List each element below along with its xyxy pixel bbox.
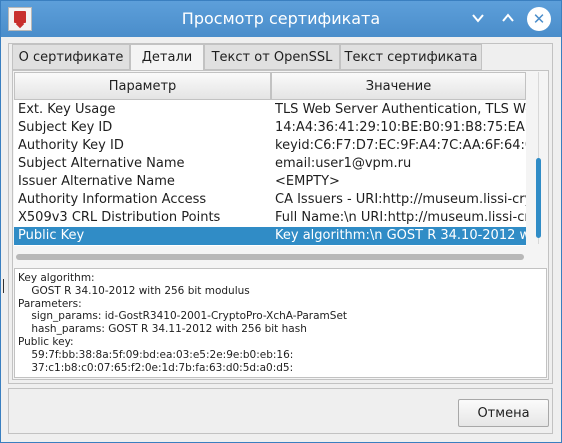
table-row[interactable]: Ext. Key Usage TLS Web Server Authentica… [14, 101, 526, 119]
param-cell: Subject Key ID [18, 120, 113, 135]
value-cell: email:user1@vpm.ru [275, 156, 412, 171]
table-row[interactable]: Subject Alternative Name email:user1@vpm… [14, 155, 526, 173]
value-cell: <EMPTY> [275, 174, 340, 189]
value-cell: Key algorithm:\n GOST R 34.10-2012 wit [275, 228, 526, 243]
value-cell: TLS Web Server Authentication, TLS Web [275, 102, 526, 117]
tab-certificate-text[interactable]: Текст сертификата [340, 44, 482, 70]
value-cell: CA Issuers - URI:http://museum.lissi-cry… [275, 192, 526, 207]
value-cell: Full Name:\n URI:http://museum.lissi-cry… [275, 210, 526, 225]
param-cell: X509v3 CRL Distribution Points [18, 210, 221, 225]
table-row[interactable]: Authority Key ID keyid:C6:F7:D7:EC:9F:A4… [14, 137, 526, 155]
chevron-up-icon[interactable] [495, 6, 521, 32]
tab-openssl-text[interactable]: Текст от OpenSSL [204, 44, 340, 70]
text-cursor [3, 279, 4, 293]
titlebar[interactable]: Просмотр сертификата ✕ [1, 1, 561, 37]
table-vertical-scrollbar[interactable] [531, 72, 545, 244]
value-cell: keyid:C6:F7:D7:EC:9F:A4:7C:AA:6F:64:0E [275, 138, 526, 153]
table-row[interactable]: Authority Information Access CA Issuers … [14, 191, 526, 209]
column-header-value[interactable]: Значение [271, 72, 526, 100]
chevron-down-icon[interactable] [465, 6, 491, 32]
table-header: Параметр Значение [14, 72, 526, 100]
cancel-button[interactable]: Отмена [458, 399, 549, 427]
param-cell: Ext. Key Usage [18, 102, 116, 117]
table-row[interactable]: X509v3 CRL Distribution Points Full Name… [14, 209, 526, 227]
param-cell: Issuer Alternative Name [18, 174, 175, 189]
tab-about[interactable]: О сертификате [12, 44, 130, 70]
column-header-parameter[interactable]: Параметр [14, 72, 271, 100]
value-cell: 14:A4:36:41:29:10:BE:B0:91:B8:75:EA:E7: [275, 120, 526, 135]
details-text-area[interactable]: Key algorithm: GOST R 34.10-2012 with 25… [14, 268, 547, 378]
details-table: Параметр Значение Ext. Key Usage TLS Web… [14, 72, 526, 246]
scrollbar-thumb[interactable] [536, 158, 541, 238]
param-cell: Subject Alternative Name [18, 156, 185, 171]
table-row[interactable]: Subject Key ID 14:A4:36:41:29:10:BE:B0:9… [14, 119, 526, 137]
tab-details[interactable]: Детали [130, 44, 204, 70]
table-rows: Ext. Key Usage TLS Web Server Authentica… [14, 101, 526, 245]
table-horizontal-scrollbar[interactable] [16, 254, 524, 260]
param-cell: Authority Information Access [18, 192, 207, 207]
param-cell: Public Key [18, 228, 85, 243]
table-row[interactable]: Issuer Alternative Name <EMPTY> [14, 173, 526, 191]
param-cell: Authority Key ID [18, 138, 124, 153]
table-row-selected[interactable]: Public Key Key algorithm:\n GOST R 34.10… [14, 227, 526, 245]
close-icon[interactable]: ✕ [527, 7, 551, 31]
